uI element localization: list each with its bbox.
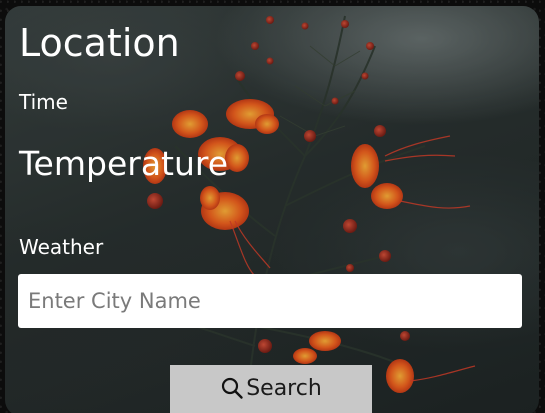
city-search-input[interactable]: [18, 274, 522, 328]
weather-content: Location Time Temperature Weather Search: [5, 6, 539, 413]
time-label: Time: [19, 90, 68, 114]
search-button[interactable]: Search: [170, 365, 372, 413]
search-button-label: Search: [246, 375, 322, 401]
search-icon: [220, 376, 244, 400]
location-label: Location: [19, 21, 180, 65]
temperature-label: Temperature: [19, 144, 229, 183]
weather-card: Location Time Temperature Weather Search: [5, 6, 539, 413]
weather-label: Weather: [19, 235, 104, 259]
